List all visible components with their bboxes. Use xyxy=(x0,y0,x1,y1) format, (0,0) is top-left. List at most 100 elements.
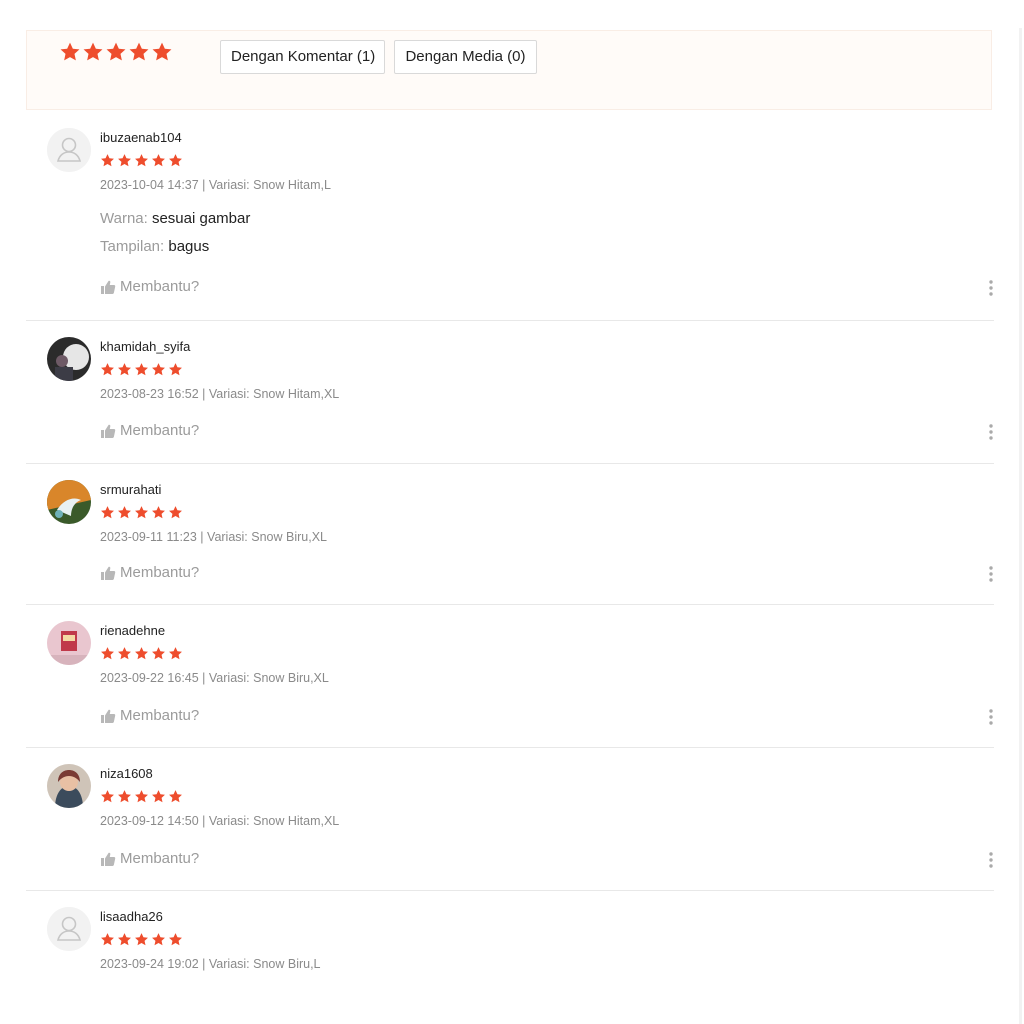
helpful-label: Membantu? xyxy=(120,707,200,724)
star-icon xyxy=(152,42,172,61)
review-username: ibuzaenab104 xyxy=(100,130,182,145)
star-icon xyxy=(101,154,114,167)
user-photo-icon xyxy=(47,337,91,381)
kebab-menu-icon xyxy=(989,566,993,582)
star-icon xyxy=(101,933,114,946)
star-icon xyxy=(169,933,182,946)
avatar[interactable] xyxy=(47,480,91,524)
star-icon xyxy=(118,363,131,376)
avatar[interactable] xyxy=(47,128,91,172)
star-icon xyxy=(101,790,114,803)
kebab-menu-icon xyxy=(989,280,993,296)
star-icon xyxy=(129,42,149,61)
star-icon xyxy=(101,506,114,519)
thumbs-up-icon xyxy=(101,280,116,294)
avatar[interactable] xyxy=(47,764,91,808)
kebab-menu-icon xyxy=(989,709,993,725)
star-icon xyxy=(152,363,165,376)
thumbs-up-icon xyxy=(101,852,116,866)
star-icon xyxy=(169,154,182,167)
user-photo-icon xyxy=(47,764,91,808)
review-item: khamidah_syifa 2023-08-23 16:52 | Varias… xyxy=(26,321,994,464)
attribute-value: sesuai gambar xyxy=(151,210,251,227)
review-rating-stars xyxy=(100,505,183,520)
user-photo-icon xyxy=(47,480,91,524)
thumbs-up-icon xyxy=(101,424,116,438)
star-icon xyxy=(152,506,165,519)
review-item: lisaadha26 2023-09-24 19:02 | Variasi: S… xyxy=(26,891,994,1001)
star-icon xyxy=(152,790,165,803)
star-icon xyxy=(135,506,148,519)
review-rating-stars xyxy=(100,362,183,377)
helpful-label: Membantu? xyxy=(120,564,200,581)
star-icon xyxy=(169,363,182,376)
star-icon xyxy=(101,647,114,660)
star-icon xyxy=(101,363,114,376)
star-icon xyxy=(135,933,148,946)
star-icon xyxy=(135,790,148,803)
avatar[interactable] xyxy=(47,621,91,665)
star-icon xyxy=(106,42,126,61)
review-date-variation: 2023-09-12 14:50 | Variasi: Snow Hitam,X… xyxy=(100,814,340,828)
more-options-icon[interactable] xyxy=(986,708,996,726)
avatar[interactable] xyxy=(47,337,91,381)
review-attribute-appearance: Tampilan: bagus xyxy=(100,238,209,255)
overall-rating-stars xyxy=(59,41,173,63)
review-date-variation: 2023-09-24 19:02 | Variasi: Snow Biru,L xyxy=(100,957,321,971)
star-icon xyxy=(118,790,131,803)
helpful-label: Membantu? xyxy=(120,850,200,867)
helpful-button[interactable]: Membantu? xyxy=(100,850,199,867)
helpful-label: Membantu? xyxy=(120,278,200,295)
helpful-button[interactable]: Membantu? xyxy=(100,278,199,295)
review-date-variation: 2023-09-22 16:45 | Variasi: Snow Biru,XL xyxy=(100,671,329,685)
user-photo-icon xyxy=(47,621,91,665)
review-rating-stars xyxy=(100,646,183,661)
thumbs-up-icon xyxy=(101,709,116,723)
review-username: rienadehne xyxy=(100,623,166,638)
page-scrollbar-track xyxy=(1019,28,1022,1024)
star-icon xyxy=(118,647,131,660)
default-user-icon xyxy=(47,128,91,172)
review-date-variation: 2023-10-04 14:37 | Variasi: Snow Hitam,L xyxy=(100,178,331,192)
review-item: ibuzaenab104 2023-10-04 14:37 | Variasi:… xyxy=(26,112,994,321)
star-icon xyxy=(169,790,182,803)
review-username: niza1608 xyxy=(100,766,153,781)
avatar[interactable] xyxy=(47,907,91,951)
more-options-icon[interactable] xyxy=(986,565,996,583)
attribute-value: bagus xyxy=(168,238,210,255)
more-options-icon[interactable] xyxy=(986,279,996,297)
star-icon xyxy=(169,506,182,519)
review-username: srmurahati xyxy=(100,482,162,497)
filter-with-media-button[interactable]: Dengan Media (0) xyxy=(394,40,537,74)
star-icon xyxy=(152,154,165,167)
star-icon xyxy=(135,647,148,660)
review-list: ibuzaenab104 2023-10-04 14:37 | Variasi:… xyxy=(26,112,994,1001)
review-rating-stars xyxy=(100,789,183,804)
helpful-button[interactable]: Membantu? xyxy=(100,422,199,439)
helpful-button[interactable]: Membantu? xyxy=(100,564,199,581)
star-icon xyxy=(83,42,103,61)
star-icon xyxy=(135,363,148,376)
star-icon xyxy=(152,647,165,660)
review-date-variation: 2023-08-23 16:52 | Variasi: Snow Hitam,X… xyxy=(100,387,340,401)
kebab-menu-icon xyxy=(989,424,993,440)
review-item: rienadehne 2023-09-22 16:45 | Variasi: S… xyxy=(26,605,994,748)
filter-with-comment-button[interactable]: Dengan Komentar (1) xyxy=(220,40,385,74)
more-options-icon[interactable] xyxy=(986,423,996,441)
review-item: niza1608 2023-09-12 14:50 | Variasi: Sno… xyxy=(26,748,994,891)
attribute-label: Tampilan: xyxy=(100,238,165,255)
more-options-icon[interactable] xyxy=(986,851,996,869)
star-icon xyxy=(135,154,148,167)
review-username: khamidah_syifa xyxy=(100,339,191,354)
star-icon xyxy=(60,42,80,61)
helpful-button[interactable]: Membantu? xyxy=(100,707,199,724)
review-item: srmurahati 2023-09-11 11:23 | Variasi: S… xyxy=(26,464,994,605)
helpful-label: Membantu? xyxy=(120,422,200,439)
review-username: lisaadha26 xyxy=(100,909,163,924)
review-attribute-color: Warna: sesuai gambar xyxy=(100,210,250,227)
star-icon xyxy=(118,933,131,946)
kebab-menu-icon xyxy=(989,852,993,868)
star-icon xyxy=(152,933,165,946)
thumbs-up-icon xyxy=(101,566,116,580)
rating-filter-panel: Dengan Komentar (1) Dengan Media (0) xyxy=(26,30,992,110)
